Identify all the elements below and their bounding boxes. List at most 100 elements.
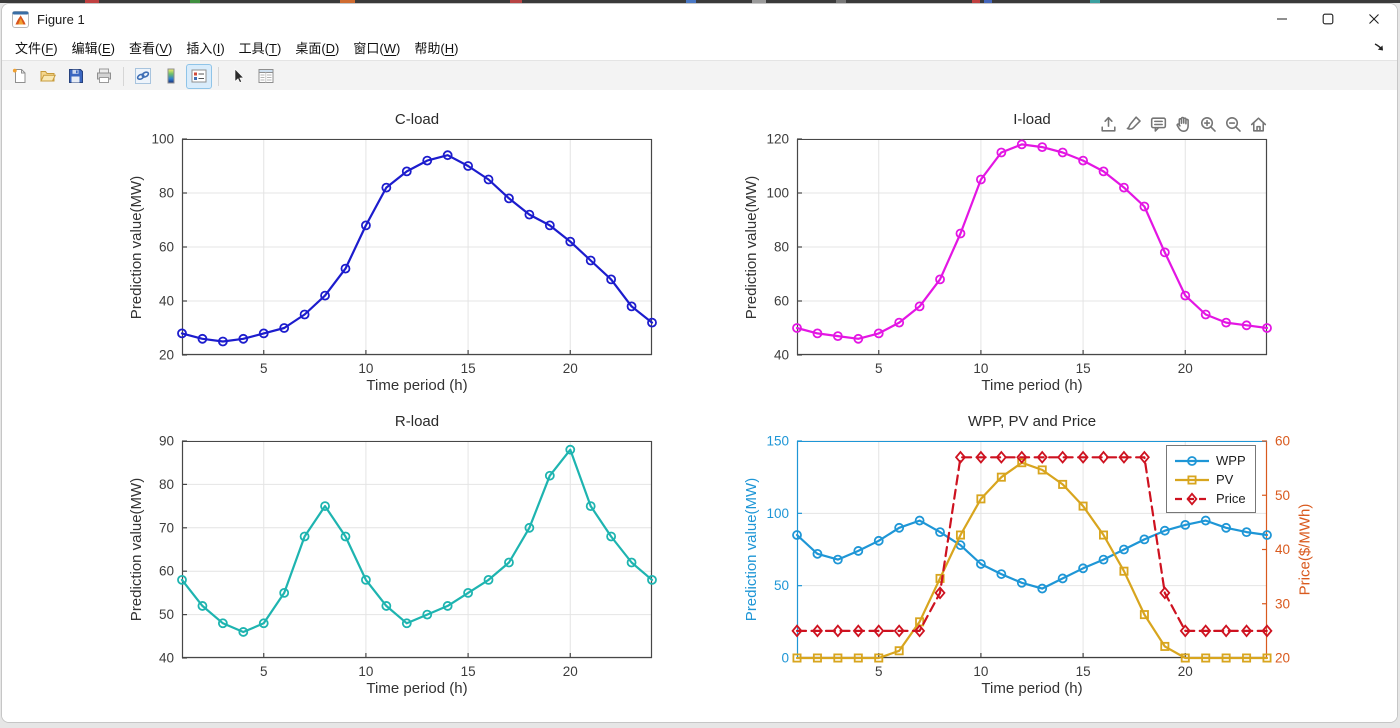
xlabel-r-load: Time period (h)	[182, 680, 652, 698]
svg-text:60: 60	[1275, 434, 1290, 449]
ylabel-i-load: Prediction value(MW)	[739, 139, 765, 355]
window-title: Figure 1	[37, 12, 85, 27]
title-bar: Figure 1	[2, 4, 1397, 34]
legend[interactable]: WPP PV Price	[1166, 445, 1256, 513]
ylabel-r-load: Prediction value(MW)	[124, 441, 150, 658]
menu-item-v[interactable]: 查看(V)	[122, 35, 179, 60]
menu-item-t[interactable]: 工具(T)	[232, 35, 289, 60]
close-button[interactable]	[1351, 4, 1397, 34]
chart-title-c-load: C-load	[182, 111, 652, 131]
svg-text:40: 40	[159, 651, 174, 666]
save-figure-button[interactable]	[63, 64, 89, 89]
svg-text:120: 120	[766, 132, 789, 147]
new-figure-button[interactable]	[7, 64, 33, 89]
print-figure-button[interactable]	[91, 64, 117, 89]
matlab-logo-icon	[12, 11, 29, 28]
insert-legend-button[interactable]	[186, 64, 212, 89]
menu-item-i[interactable]: 插入(I)	[179, 35, 231, 60]
figure-canvas: C-load Prediction value(MW) 510152020406…	[2, 90, 1397, 722]
axes-toolbar	[1096, 112, 1270, 136]
svg-text:80: 80	[159, 477, 174, 492]
svg-text:70: 70	[159, 520, 174, 535]
svg-text:15: 15	[461, 361, 476, 376]
pan-icon[interactable]	[1171, 112, 1195, 136]
svg-text:5: 5	[260, 361, 268, 376]
legend-entry-pv[interactable]: PV	[1174, 470, 1246, 489]
svg-text:15: 15	[1076, 361, 1091, 376]
svg-text:15: 15	[1076, 664, 1091, 679]
svg-text:100: 100	[766, 506, 789, 521]
zoom-out-icon[interactable]	[1221, 112, 1245, 136]
ylabel-c-load: Prediction value(MW)	[124, 139, 150, 355]
svg-text:60: 60	[159, 240, 174, 255]
svg-text:15: 15	[461, 664, 476, 679]
svg-text:30: 30	[1275, 596, 1290, 611]
datatips-icon[interactable]	[1146, 112, 1170, 136]
menu-item-d[interactable]: 桌面(D)	[288, 35, 346, 60]
svg-text:40: 40	[1275, 542, 1290, 557]
xlabel-wpp: Time period (h)	[797, 680, 1267, 698]
svg-text:20: 20	[159, 348, 174, 363]
ylabel-left-wpp: Prediction value(MW)	[739, 441, 765, 658]
plot-c-load: 510152020406080100	[182, 139, 652, 355]
edit-plot-button[interactable]	[225, 64, 251, 89]
svg-text:10: 10	[973, 361, 988, 376]
dock-figure-icon[interactable]	[1373, 41, 1391, 53]
svg-text:20: 20	[1275, 651, 1290, 666]
legend-sample-wpp	[1174, 453, 1210, 469]
svg-text:60: 60	[774, 294, 789, 309]
menu-item-e[interactable]: 编辑(E)	[65, 35, 122, 60]
menu-item-h[interactable]: 帮助(H)	[407, 35, 465, 60]
brush-icon[interactable]	[1121, 112, 1145, 136]
svg-text:40: 40	[159, 294, 174, 309]
zoom-in-icon[interactable]	[1196, 112, 1220, 136]
toolbar-separator	[218, 67, 219, 86]
legend-label-wpp: WPP	[1216, 453, 1246, 468]
svg-text:20: 20	[563, 664, 578, 679]
export-icon[interactable]	[1096, 112, 1120, 136]
legend-sample-price	[1174, 491, 1210, 507]
svg-text:50: 50	[1275, 488, 1290, 503]
property-inspector-button[interactable]	[253, 64, 279, 89]
plot-r-load: 5101520405060708090	[182, 441, 652, 658]
svg-text:20: 20	[563, 361, 578, 376]
svg-text:20: 20	[1178, 361, 1193, 376]
menu-item-w[interactable]: 窗口(W)	[346, 35, 407, 60]
svg-text:10: 10	[973, 664, 988, 679]
minimize-button[interactable]	[1259, 4, 1305, 34]
svg-text:60: 60	[159, 564, 174, 579]
svg-text:50: 50	[159, 607, 174, 622]
legend-entry-wpp[interactable]: WPP	[1174, 451, 1246, 470]
figure-toolbar	[2, 60, 1397, 92]
maximize-button[interactable]	[1305, 4, 1351, 34]
svg-text:100: 100	[766, 186, 789, 201]
svg-text:5: 5	[875, 361, 883, 376]
chart-title-wpp-pv-price: WPP, PV and Price	[797, 413, 1267, 433]
ylabel-right-price: Price($/MWh)	[1292, 441, 1318, 658]
svg-text:100: 100	[151, 132, 174, 147]
svg-text:20: 20	[1178, 664, 1193, 679]
insert-colorbar-button[interactable]	[158, 64, 184, 89]
svg-text:150: 150	[766, 434, 789, 449]
svg-text:0: 0	[781, 651, 789, 666]
legend-label-price: Price	[1216, 491, 1246, 506]
menu-item-f[interactable]: 文件(F)	[8, 35, 65, 60]
menu-bar: 文件(F)编辑(E)查看(V)插入(I)工具(T)桌面(D)窗口(W)帮助(H)	[2, 34, 1397, 60]
toolbar-separator	[123, 67, 124, 86]
svg-text:80: 80	[774, 240, 789, 255]
legend-label-pv: PV	[1216, 472, 1233, 487]
restore-view-icon[interactable]	[1246, 112, 1270, 136]
svg-text:40: 40	[774, 348, 789, 363]
open-file-button[interactable]	[35, 64, 61, 89]
xlabel-c-load: Time period (h)	[182, 377, 652, 395]
svg-text:5: 5	[875, 664, 883, 679]
svg-text:5: 5	[260, 664, 268, 679]
legend-entry-price[interactable]: Price	[1174, 489, 1246, 508]
figure-window: Figure 1 文件(F)编辑(E)查看(V)插入(I)工具(T)桌面(D)窗…	[1, 3, 1398, 723]
screen: Figure 1 文件(F)编辑(E)查看(V)插入(I)工具(T)桌面(D)窗…	[0, 0, 1400, 728]
svg-text:80: 80	[159, 186, 174, 201]
link-plot-button[interactable]	[130, 64, 156, 89]
svg-text:50: 50	[774, 578, 789, 593]
svg-text:10: 10	[358, 664, 373, 679]
svg-text:10: 10	[358, 361, 373, 376]
